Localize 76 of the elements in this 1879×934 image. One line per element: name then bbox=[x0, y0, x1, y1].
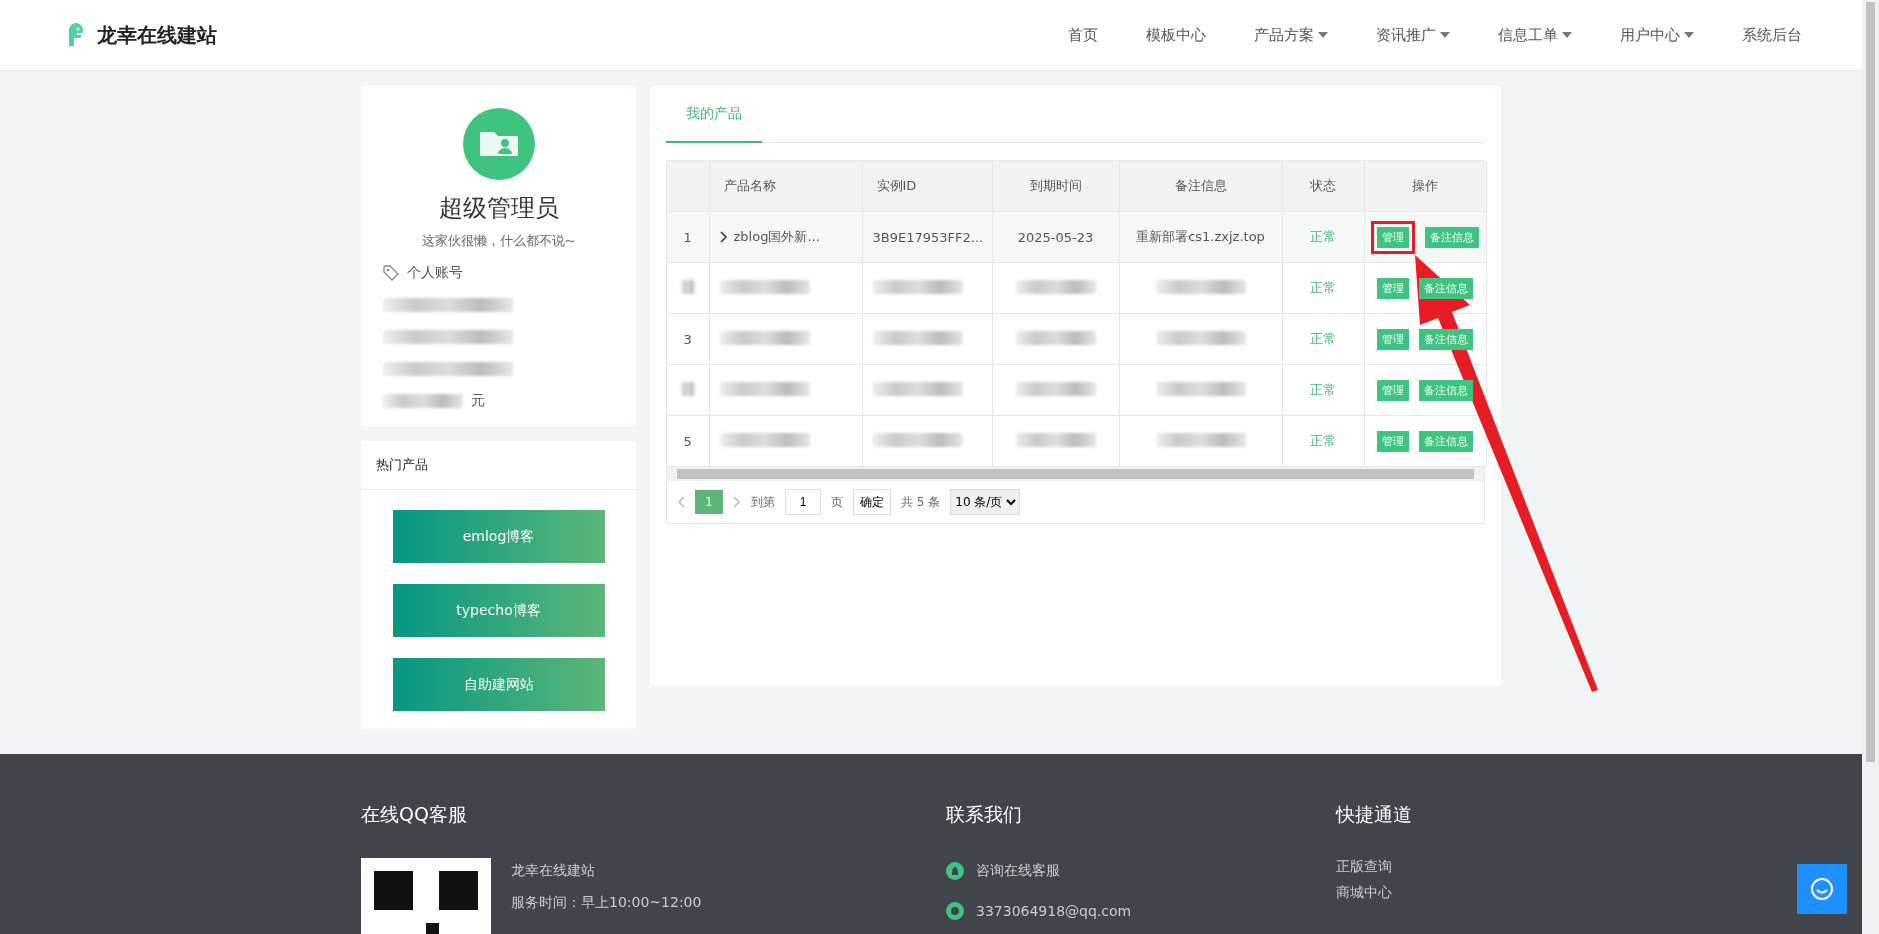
tag-icon bbox=[383, 265, 399, 281]
footer-link[interactable]: 咨询在线客服 bbox=[976, 862, 1060, 880]
footer-text: 服务时间：早上10:00~12:00 bbox=[511, 894, 702, 912]
footer-heading: 快捷通道 bbox=[1336, 802, 1413, 827]
card-title: 热门产品 bbox=[361, 441, 636, 490]
footer-text: 龙幸在线建站 bbox=[511, 862, 596, 880]
next-page-icon[interactable] bbox=[733, 496, 741, 508]
caret-down-icon bbox=[1318, 32, 1328, 38]
footer-link[interactable]: 商城中心 bbox=[1336, 884, 1636, 902]
nav-link[interactable]: 模板中心 bbox=[1146, 25, 1206, 45]
info-suffix: 元 bbox=[471, 392, 485, 410]
footer-link[interactable]: 正版查询 bbox=[1336, 858, 1636, 876]
note-button[interactable]: 备注信息 bbox=[1419, 379, 1473, 401]
footer-text: 3373064918@qq.com bbox=[976, 903, 1132, 919]
page-button[interactable]: 1 bbox=[695, 490, 723, 514]
info-label: 个人账号 bbox=[407, 264, 463, 282]
user-bio: 这家伙很懒，什么都不说~ bbox=[421, 232, 576, 250]
column-header: 产品名称 bbox=[709, 161, 862, 212]
qq-penguin-icon bbox=[946, 862, 964, 880]
status-text: 正常 bbox=[1310, 229, 1336, 244]
footer-heading: 联系我们 bbox=[946, 802, 1023, 827]
total-count: 共 5 条 bbox=[901, 493, 941, 511]
manage-button[interactable]: 管理 bbox=[1377, 226, 1409, 248]
status-text: 正常 bbox=[1310, 382, 1336, 397]
page-unit: 页 bbox=[831, 493, 843, 511]
smiley-chat-icon bbox=[1809, 876, 1835, 902]
table-cell-text: zblog国外新... bbox=[733, 228, 820, 246]
note-button[interactable]: 备注信息 bbox=[1419, 328, 1473, 350]
expand-chevron-icon[interactable] bbox=[719, 231, 728, 243]
manage-button[interactable]: 管理 bbox=[1377, 379, 1409, 401]
table-cell-text: 3B9E17953FF2... bbox=[872, 229, 984, 245]
column-header: 到期时间 bbox=[992, 161, 1119, 212]
previous-page-icon[interactable] bbox=[677, 496, 685, 508]
table-cell-text: 1 bbox=[683, 229, 692, 245]
product-button[interactable]: 自助建网站 bbox=[392, 658, 605, 711]
caret-down-icon bbox=[1440, 32, 1450, 38]
status-text: 正常 bbox=[1310, 280, 1336, 295]
folder-avatar-icon bbox=[462, 108, 535, 180]
goto-label: 到第 bbox=[751, 493, 775, 511]
confirm-button[interactable]: 确定 bbox=[853, 489, 891, 515]
nav-link[interactable]: 系统后台 bbox=[1742, 25, 1802, 45]
note-button[interactable]: 备注信息 bbox=[1425, 226, 1479, 248]
manage-button[interactable]: 管理 bbox=[1377, 277, 1409, 299]
note-button[interactable]: 备注信息 bbox=[1419, 430, 1473, 452]
chat-bubble-icon bbox=[946, 902, 964, 920]
blurred-text bbox=[680, 381, 695, 396]
note-button[interactable]: 备注信息 bbox=[1419, 277, 1473, 299]
nav-link[interactable]: 信息工单 bbox=[1498, 25, 1572, 45]
column-header: 操作 bbox=[1364, 161, 1486, 212]
status-text: 正常 bbox=[1310, 331, 1336, 346]
table-cell-text: 5 bbox=[683, 433, 692, 449]
brand-name: 龙幸在线建站 bbox=[97, 21, 217, 49]
tab[interactable]: 我的产品 bbox=[666, 86, 762, 143]
nav-link[interactable]: 用户中心 bbox=[1620, 25, 1694, 45]
user-name: 超级管理员 bbox=[438, 193, 559, 224]
footer-heading: 在线QQ客服 bbox=[361, 802, 468, 827]
manage-button[interactable]: 管理 bbox=[1377, 328, 1409, 350]
table-cell-text: 2025-05-23 bbox=[1017, 229, 1094, 245]
nav-link[interactable]: 首页 bbox=[1068, 25, 1098, 45]
page-input[interactable]: 1 bbox=[785, 489, 821, 515]
column-header: 实例ID bbox=[862, 161, 992, 212]
product-button[interactable]: typecho博客 bbox=[392, 584, 605, 637]
table-cell-text: 3 bbox=[683, 331, 692, 347]
manage-button[interactable]: 管理 bbox=[1377, 430, 1409, 452]
status-text: 正常 bbox=[1310, 433, 1336, 448]
product-button[interactable]: emlog博客 bbox=[392, 510, 605, 563]
chat-button[interactable] bbox=[1797, 864, 1847, 914]
blurred-text bbox=[680, 279, 695, 294]
caret-down-icon bbox=[1684, 32, 1694, 38]
caret-down-icon bbox=[1562, 32, 1572, 38]
column-header: 备注信息 bbox=[1119, 161, 1282, 212]
page-size-select[interactable]: 10 条/页 bbox=[950, 489, 1021, 515]
nav-link[interactable]: 资讯推广 bbox=[1376, 25, 1450, 45]
nav-link[interactable]: 产品方案 bbox=[1254, 25, 1328, 45]
table-cell-text: 重新部署cs1.zxjz.top bbox=[1136, 229, 1265, 244]
column-header: 状态 bbox=[1282, 161, 1364, 212]
